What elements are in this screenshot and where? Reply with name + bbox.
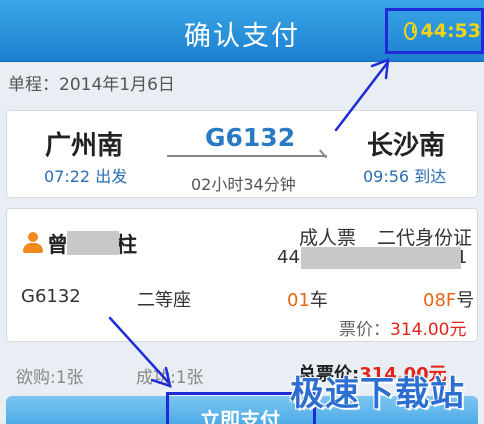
route-arrow-line — [167, 155, 327, 157]
trip-date: 单程：2014年1月6日 — [8, 75, 175, 95]
redacted-name-block — [67, 231, 119, 255]
route-arrow-head-icon — [312, 149, 327, 164]
ticket-fare: 票价：314.00元 — [339, 320, 467, 340]
success-count: 成功:1张 — [136, 368, 204, 388]
ticket-type: 成人票 — [299, 227, 357, 249]
car-number: 01车 — [287, 290, 328, 311]
id-prefix: 44 — [277, 247, 300, 268]
arrival-time: 09:56 到达 — [363, 167, 447, 186]
seat-class: 二等座 — [137, 290, 191, 311]
clock-icon — [404, 22, 417, 40]
passenger-name-last: 柱 — [116, 233, 137, 257]
train-info-card: 广州南 07:22 出发 G6132 02小时34分钟 长沙南 09:56 到达 — [6, 110, 478, 198]
passenger-ticket-card: 曾柱 成人票 二代身份证 44 1 G6132 二等座 01车 08F号 票价：3… — [6, 208, 478, 342]
departure-time: 07:22 出发 — [44, 167, 128, 186]
passenger-name-first: 曾 — [47, 233, 68, 257]
id-type: 二代身份证 — [377, 227, 473, 249]
countdown-timer: 44:53 — [385, 8, 484, 54]
header-bar: 确认支付 44:53 — [0, 0, 484, 62]
buy-count: 欲购:1张 — [16, 368, 84, 388]
trip-duration: 02小时34分钟 — [191, 175, 296, 194]
ticket-train-number: G6132 — [21, 286, 81, 307]
countdown-text: 44:53 — [420, 20, 481, 42]
from-station: 广州南 — [45, 131, 124, 161]
to-station: 长沙南 — [367, 131, 446, 161]
site-watermark: 极速下载站 — [290, 374, 465, 414]
seat-number: 08F号 — [423, 290, 475, 311]
train-number: G6132 — [205, 123, 296, 152]
annotation-arrowhead-timer — [370, 58, 390, 80]
person-icon — [23, 232, 43, 254]
redacted-id-block — [301, 247, 461, 269]
